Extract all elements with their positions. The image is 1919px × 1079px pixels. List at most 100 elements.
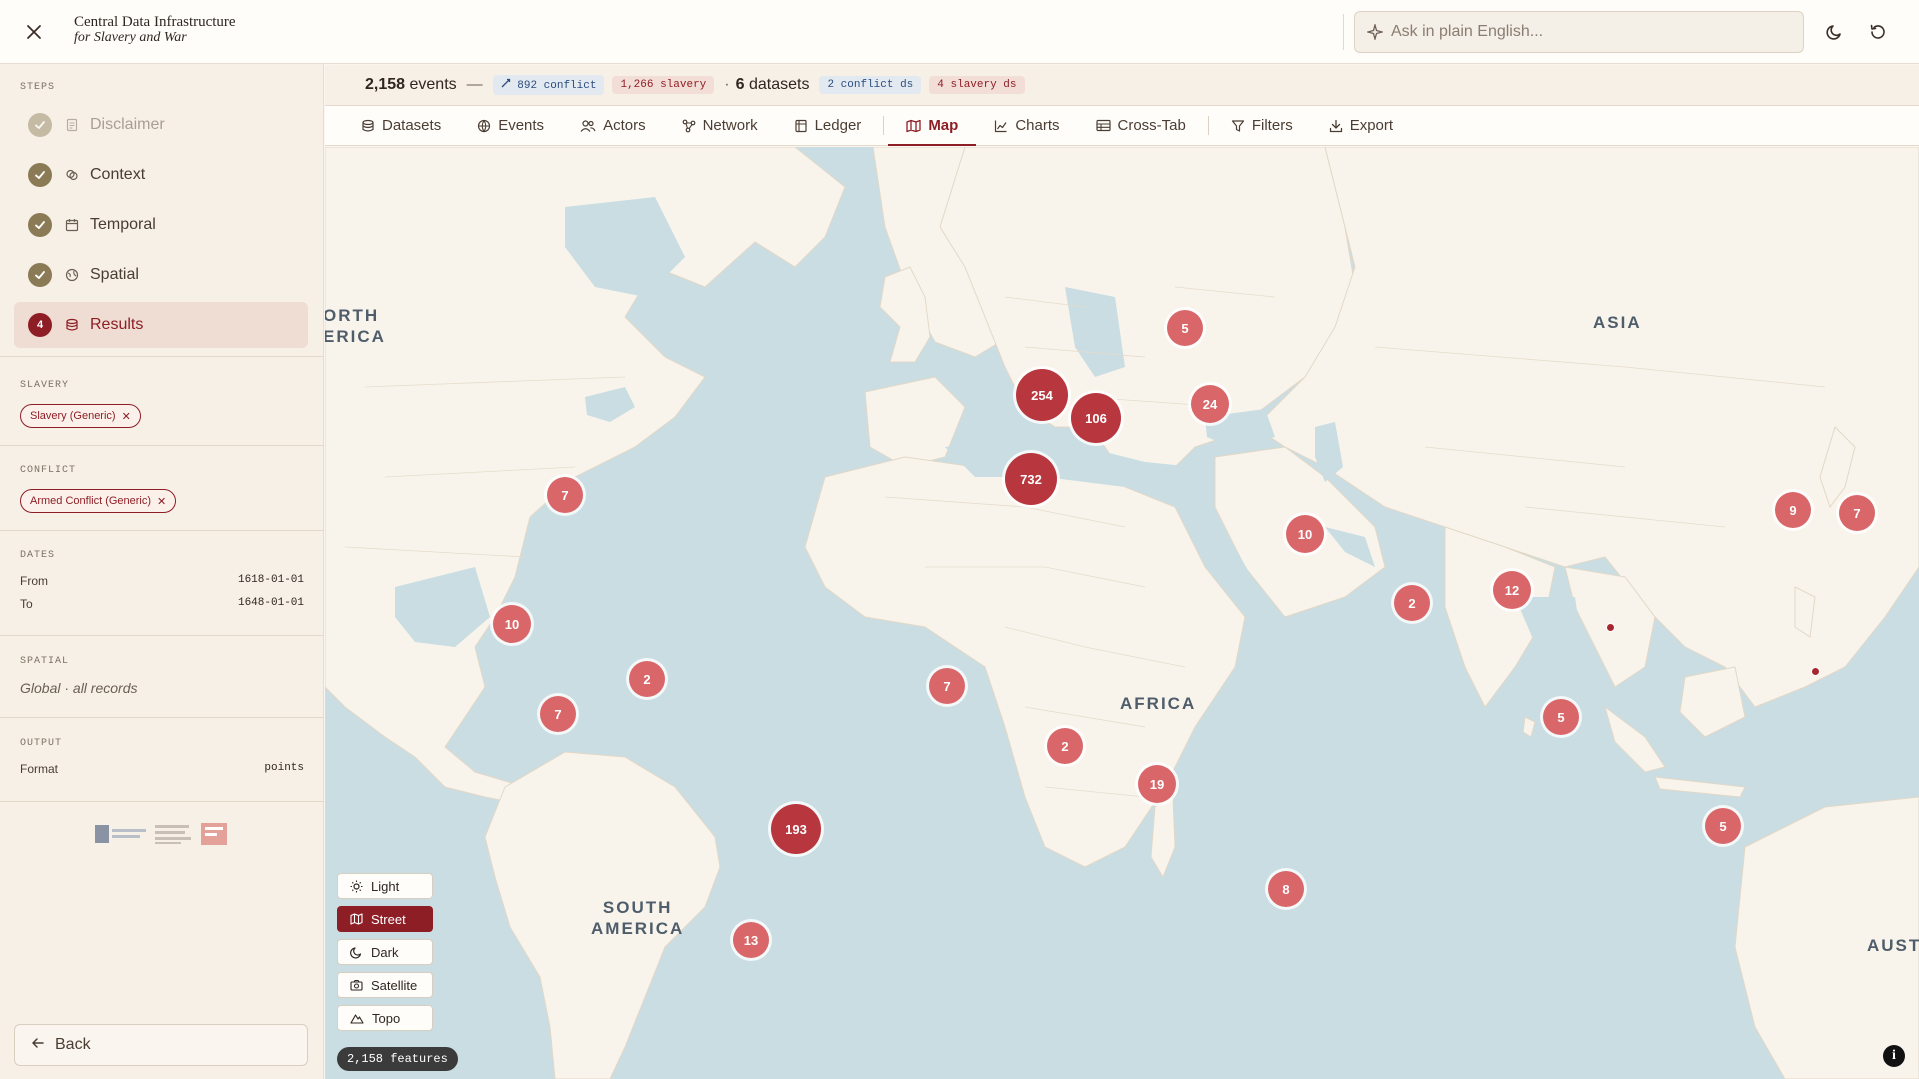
layer-street-button[interactable]: Street — [337, 906, 433, 932]
map-view[interactable]: ORTH ERICA ASIA AFRICA SOUTH AMERICA AUS… — [325, 147, 1919, 1079]
remove-icon[interactable]: ✕ — [122, 410, 131, 423]
back-button[interactable]: Back — [14, 1024, 308, 1066]
separator-dot: · — [724, 76, 730, 93]
tab-label: Datasets — [382, 117, 442, 134]
map-cluster[interactable]: 732 — [1005, 453, 1057, 505]
map-cluster[interactable]: 13 — [733, 922, 769, 958]
layer-label: Topo — [372, 1010, 401, 1026]
close-icon — [27, 25, 41, 39]
region-label-asia: ASIA — [1593, 312, 1642, 333]
conflict-chip[interactable]: Armed Conflict (Generic) ✕ — [20, 489, 177, 513]
tab-label: Charts — [1015, 117, 1060, 134]
datasets-count: 6 — [735, 76, 745, 93]
people-icon — [580, 119, 596, 133]
stats-bar: 2,158 events — 892 conflict 1,266 slaver… — [325, 65, 1919, 106]
info-button[interactable]: i — [1883, 1045, 1905, 1067]
map-cluster[interactable]: 10 — [1286, 515, 1324, 553]
landmass-iberia — [864, 376, 966, 468]
map-cluster[interactable]: 10 — [493, 605, 531, 643]
map-cluster[interactable]: 2 — [1394, 585, 1430, 621]
ask-box[interactable] — [1354, 11, 1804, 53]
tab-export[interactable]: Export — [1311, 106, 1411, 145]
check-badge — [28, 113, 52, 137]
ask-input[interactable] — [1391, 23, 1791, 41]
map-point[interactable] — [1811, 667, 1820, 676]
reset-icon — [1870, 24, 1885, 39]
close-button[interactable] — [20, 18, 48, 46]
map-cluster[interactable]: 8 — [1268, 871, 1304, 907]
slavery-count-tag: 1,266 slavery — [612, 76, 715, 94]
step-label: Disclaimer — [90, 116, 165, 133]
divider — [0, 635, 324, 636]
step-disclaimer[interactable]: Disclaimer — [14, 102, 308, 148]
tab-map[interactable]: Map — [888, 106, 977, 146]
layer-topo-button[interactable]: Topo — [337, 1005, 433, 1031]
map-cluster[interactable]: 19 — [1138, 765, 1176, 803]
chip-label: Slavery (Generic) — [30, 410, 116, 422]
conflict-label: CONFLICT — [20, 465, 77, 476]
map-cluster[interactable]: 5 — [1705, 808, 1741, 844]
map-cluster[interactable]: 254 — [1016, 369, 1068, 421]
camera-icon — [350, 979, 363, 991]
layer-satellite-button[interactable]: Satellite — [337, 972, 433, 998]
landmass-africa — [804, 446, 1246, 868]
step-temporal[interactable]: Temporal — [14, 202, 308, 248]
step-context[interactable]: Context — [14, 152, 308, 198]
sidebar: STEPS Disclaimer Context Temporal Spatia… — [0, 64, 324, 1079]
dates-label: DATES — [20, 550, 56, 561]
map-cluster[interactable]: 106 — [1071, 393, 1121, 443]
tab-divider — [1207, 116, 1209, 135]
layer-label: Street — [371, 911, 406, 927]
partner-logo — [95, 825, 146, 843]
events-summary: 2,158 events — [365, 76, 457, 94]
divider — [0, 530, 324, 531]
divider — [0, 445, 324, 446]
tab-charts[interactable]: Charts — [976, 106, 1077, 145]
map-cluster[interactable]: 2 — [629, 661, 665, 697]
calendar-icon — [64, 217, 80, 233]
map-cluster[interactable]: 12 — [1493, 571, 1531, 609]
region-label-text: ORTH ERICA — [325, 306, 386, 346]
map-cluster[interactable]: 7 — [929, 668, 965, 704]
map-cluster[interactable]: 2 — [1047, 728, 1083, 764]
layer-light-button[interactable]: Light — [337, 873, 433, 899]
reset-button[interactable] — [1865, 19, 1891, 45]
filter-icon — [1231, 119, 1245, 133]
theme-toggle-button[interactable] — [1822, 19, 1848, 45]
back-label: Back — [55, 1036, 91, 1053]
region-label-text: AUST — [1867, 936, 1919, 955]
tab-datasets[interactable]: Datasets — [343, 106, 459, 145]
step-results[interactable]: 4 Results — [14, 302, 308, 348]
map-cluster[interactable]: 7 — [547, 477, 583, 513]
app-header: Central Data Infrastructure for Slavery … — [0, 0, 1919, 64]
output-format-row: Format points — [20, 762, 304, 776]
slavery-chip[interactable]: Slavery (Generic) ✕ — [20, 404, 141, 428]
tab-events[interactable]: Events — [459, 106, 562, 145]
tab-filters[interactable]: Filters — [1213, 106, 1311, 145]
map-cluster[interactable]: 5 — [1167, 310, 1203, 346]
tab-cross-tab[interactable]: Cross-Tab — [1078, 106, 1204, 145]
map-point[interactable] — [1606, 623, 1615, 632]
map-icon — [350, 913, 363, 925]
map-cluster[interactable]: 9 — [1775, 492, 1811, 528]
spatial-value: Global · all records — [20, 680, 138, 696]
app-title-line1: Central Data Infrastructure — [74, 14, 236, 30]
date-to-label: To — [20, 597, 33, 611]
check-icon — [35, 271, 45, 279]
map-cluster[interactable]: 5 — [1543, 699, 1579, 735]
partner-logo — [201, 823, 227, 845]
remove-icon[interactable]: ✕ — [157, 495, 166, 508]
map-cluster[interactable]: 7 — [540, 696, 576, 732]
layer-dark-button[interactable]: Dark — [337, 939, 433, 965]
map-cluster[interactable]: 24 — [1191, 385, 1229, 423]
map-cluster[interactable]: 7 — [1839, 495, 1875, 531]
region-label-text: ASIA — [1593, 313, 1642, 332]
step-spatial[interactable]: Spatial — [14, 252, 308, 298]
tab-network[interactable]: Network — [664, 106, 776, 145]
region-label-south-america: SOUTH AMERICA — [591, 897, 684, 939]
tab-ledger[interactable]: Ledger — [776, 106, 880, 145]
map-cluster[interactable]: 193 — [771, 804, 821, 854]
landmass-sri-lanka — [1522, 716, 1536, 738]
tab-actors[interactable]: Actors — [562, 106, 664, 145]
conflict-count-label: 892 conflict — [517, 80, 597, 92]
